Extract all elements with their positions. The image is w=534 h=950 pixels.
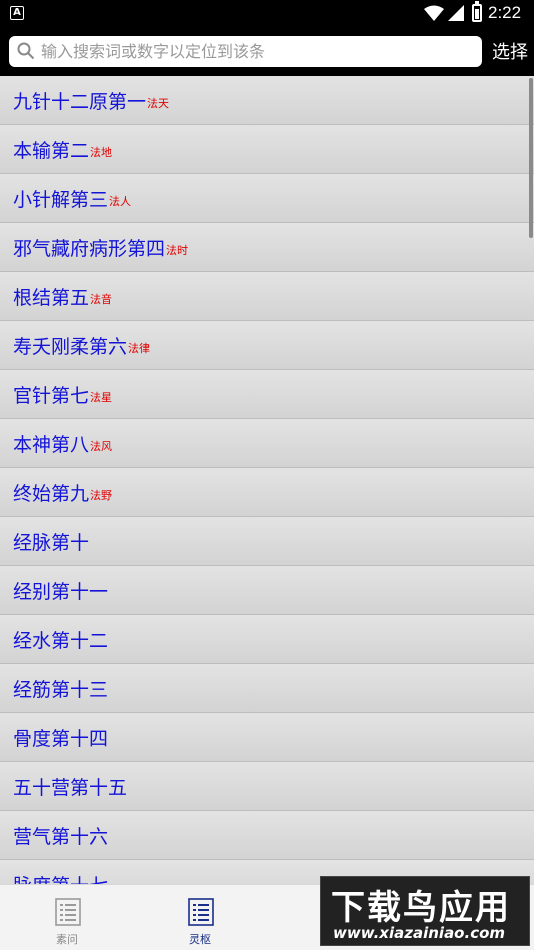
watermark-logo: 下载鸟应用: [331, 888, 511, 928]
chapter-tag: 法星: [90, 391, 113, 404]
chapter-row[interactable]: 九针十二原第一 法天: [0, 76, 534, 125]
search-input[interactable]: [41, 39, 471, 64]
battery-icon: [472, 1, 482, 22]
chapter-title: 经别第十一: [13, 580, 109, 603]
chapter-row[interactable]: 本输第二 法地: [0, 125, 534, 174]
chapter-title: 寿夭刚柔第六: [13, 335, 128, 358]
chapter-title: 根结第五: [13, 286, 90, 309]
list-icon: [55, 898, 81, 926]
scrollbar[interactable]: [529, 78, 533, 238]
chapter-row[interactable]: 经水第十二: [0, 615, 534, 664]
chapter-tag: 法音: [90, 293, 113, 306]
chapter-title: 骨度第十四: [13, 727, 109, 750]
app-notification-icon: A: [10, 6, 24, 20]
chapter-title: 营气第十六: [13, 825, 109, 848]
chapter-row[interactable]: 经脉第十: [0, 517, 534, 566]
status-bar: A 2:22: [0, 0, 534, 28]
watermark-url: www.xiazainiao.com: [333, 924, 506, 942]
chapter-tag: 法人: [109, 195, 132, 208]
chapter-row[interactable]: 邪气藏府病形第四 法时: [0, 223, 534, 272]
chapter-tag: 法风: [90, 440, 113, 453]
chapter-row[interactable]: 经筋第十三: [0, 664, 534, 713]
chapter-title: 邪气藏府病形第四: [13, 237, 166, 260]
chapter-title: 经脉第十: [13, 531, 90, 554]
chapter-row[interactable]: 寿夭刚柔第六 法律: [0, 321, 534, 370]
list-icon: [188, 898, 214, 926]
nav-label-lingshu: 灵枢: [189, 933, 211, 946]
chapter-row[interactable]: 营气第十六: [0, 811, 534, 860]
chapter-title: 九针十二原第一: [13, 90, 147, 113]
chapter-tag: 法地: [90, 146, 113, 159]
chapter-row[interactable]: 骨度第十四: [0, 713, 534, 762]
chapter-row[interactable]: 本神第八 法风: [0, 419, 534, 468]
chapter-row[interactable]: 终始第九 法野: [0, 468, 534, 517]
chapter-row[interactable]: 经别第十一: [0, 566, 534, 615]
nav-tab-suwen[interactable]: 素问: [7, 885, 127, 950]
chapter-title: 官针第七: [13, 384, 90, 407]
search-box[interactable]: [9, 36, 482, 67]
chapter-title: 终始第九: [13, 482, 90, 505]
search-row: 选择: [0, 28, 534, 74]
chapter-row[interactable]: 五十营第十五: [0, 762, 534, 811]
chapter-tag: 法律: [128, 342, 151, 355]
signal-icon: [448, 5, 464, 21]
chapter-title: 经水第十二: [13, 629, 109, 652]
chapter-title: 五十营第十五: [13, 776, 128, 799]
watermark: 下载鸟应用 www.xiazainiao.com: [320, 876, 530, 946]
chapter-list[interactable]: 九针十二原第一 法天 本输第二 法地 小针解第三 法人 邪气藏府病形第四 法时 根结第五 法音 寿夭…: [0, 76, 534, 884]
wifi-icon: [424, 5, 444, 21]
chapter-row[interactable]: 根结第五 法音: [0, 272, 534, 321]
chapter-title: 本神第八: [13, 433, 90, 456]
select-button[interactable]: 选择: [492, 38, 528, 64]
status-time: 2:22: [488, 3, 522, 22]
chapter-row[interactable]: 小针解第三 法人: [0, 174, 534, 223]
chapter-tag: 法时: [166, 244, 189, 257]
chapter-tag: 法野: [90, 489, 113, 502]
chapter-title: 经筋第十三: [13, 678, 109, 701]
chapter-row[interactable]: 官针第七 法星: [0, 370, 534, 419]
search-icon: [17, 42, 35, 60]
chapter-title: 本输第二: [13, 139, 90, 162]
chapter-tag: 法天: [147, 97, 170, 110]
chapter-title: 脉度第十七: [13, 871, 108, 885]
nav-tab-lingshu[interactable]: 灵枢: [140, 885, 260, 950]
nav-label-suwen: 素问: [56, 933, 78, 946]
chapter-title: 小针解第三: [13, 188, 109, 211]
